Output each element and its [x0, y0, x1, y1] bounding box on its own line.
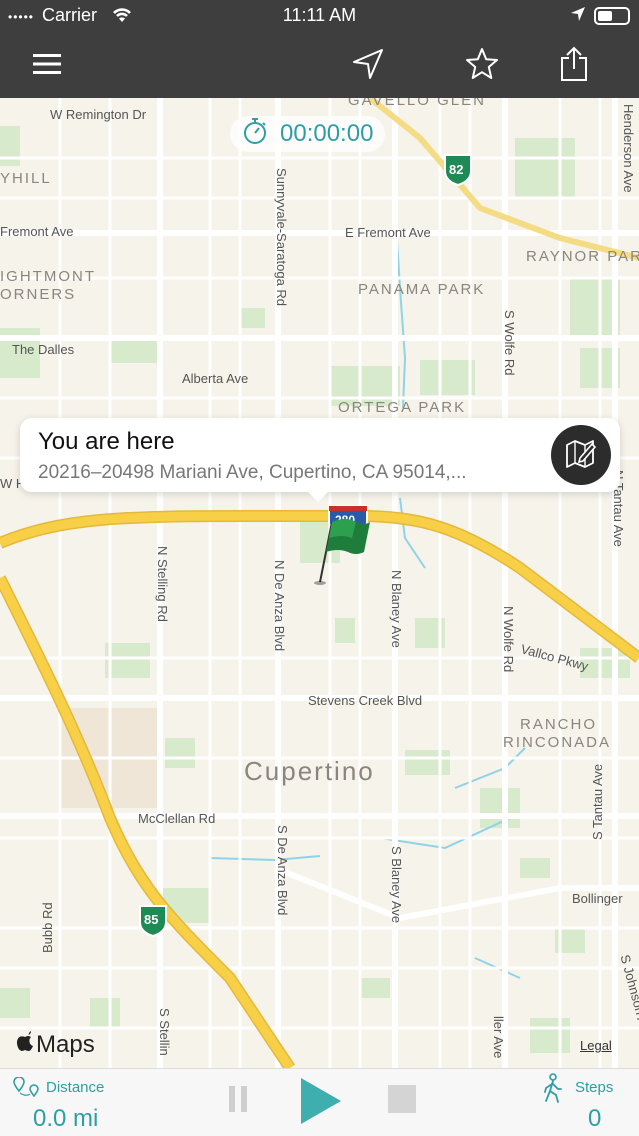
- location-arrow-icon: [351, 47, 385, 86]
- map-label: N Stelling Rd: [155, 546, 170, 622]
- map-label: N Blaney Ave: [389, 570, 404, 648]
- maps-attribution-text: Maps: [36, 1030, 95, 1058]
- map-label: S Stellin: [157, 1008, 172, 1056]
- map-label: W Remington Dr: [50, 107, 147, 122]
- location-callout[interactable]: You are here 20216–20498 Mariani Ave, Cu…: [20, 418, 620, 502]
- legal-link[interactable]: Legal: [580, 1038, 612, 1053]
- share-icon: [559, 46, 589, 87]
- favorite-button[interactable]: [460, 44, 504, 88]
- map-label: YHILL: [0, 170, 52, 187]
- locate-me-button[interactable]: [346, 44, 390, 88]
- map-city-label: Cupertino: [244, 756, 375, 786]
- map-label: Alberta Ave: [182, 371, 249, 386]
- app-root: ••••• Carrier 11:11 AM 82 85 W Remington…: [0, 0, 639, 1136]
- menu-button[interactable]: [26, 44, 70, 88]
- map-label: S Tantau Ave: [590, 763, 605, 840]
- map-label: S Blaney Ave: [389, 846, 404, 924]
- map-label: GAVELLO GLEN: [348, 98, 486, 109]
- map-label: PANAMA PARK: [358, 281, 486, 298]
- hwy-85-number: 85: [144, 912, 159, 927]
- map-label: RINCONADA: [503, 734, 612, 751]
- tracking-timer: 00:00:00: [230, 116, 386, 152]
- callout-address: 20216–20498 Mariani Ave, Cupertino, CA 9…: [38, 462, 467, 483]
- bottom-bar: Distance 0.0 mi Steps 0: [0, 1068, 639, 1136]
- map-label: Sunnyvale-Saratoga Rd: [274, 168, 289, 307]
- map-label: Bubb Rd: [40, 902, 55, 953]
- map-label: RANCHO: [520, 716, 598, 733]
- map-label: N De Anza Blvd: [272, 560, 287, 652]
- status-time: 11:11 AM: [282, 5, 357, 25]
- location-services-icon: [570, 6, 586, 27]
- nav-bar: [0, 32, 639, 98]
- hamburger-menu-icon: [33, 53, 63, 80]
- map-label: ORTEGA PARK: [338, 399, 467, 416]
- stop-button[interactable]: [384, 1083, 420, 1119]
- map-label: Fremont Ave: [0, 224, 74, 239]
- map-label: The Dalles: [12, 342, 75, 357]
- maps-attribution: Maps: [16, 1030, 95, 1059]
- timer-value: 00:00:00: [280, 120, 374, 147]
- status-bar: ••••• Carrier 11:11 AM: [0, 0, 639, 32]
- map-label: McClellan Rd: [138, 811, 216, 826]
- pause-button[interactable]: [222, 1081, 254, 1121]
- star-icon: [465, 47, 499, 86]
- distance-pins-icon: [12, 1076, 42, 1102]
- map-label: RAYNOR PAR: [526, 248, 639, 265]
- pause-icon: [227, 1084, 249, 1119]
- edit-map-button[interactable]: [551, 425, 611, 485]
- map-label: ller Ave: [491, 1016, 506, 1059]
- map-edit-icon: [564, 436, 598, 475]
- map-label: Stevens Creek Blvd: [308, 693, 423, 708]
- callout-title: You are here: [38, 428, 175, 455]
- distance-label: Distance: [46, 1079, 105, 1096]
- apple-logo-icon: [16, 1030, 34, 1059]
- map-label: ORNERS: [0, 286, 77, 303]
- battery-icon: [594, 7, 630, 25]
- walking-person-icon: [540, 1073, 564, 1108]
- play-icon: [297, 1076, 343, 1131]
- map-label: N Wolfe Rd: [501, 606, 516, 673]
- distance-value: 0.0 mi: [33, 1105, 99, 1132]
- play-button[interactable]: [292, 1075, 348, 1131]
- share-button[interactable]: [552, 44, 596, 88]
- map-label: S De Anza Blvd: [275, 825, 290, 916]
- steps-label: Steps: [575, 1079, 614, 1096]
- current-location-flag[interactable]: [312, 518, 372, 593]
- stopwatch-icon: [242, 117, 268, 152]
- map-label: E Fremont Ave: [345, 225, 431, 240]
- map-label: Bollinger: [572, 891, 623, 906]
- hwy-82-number: 82: [449, 162, 464, 177]
- map-label: S Wolfe Rd: [502, 310, 517, 376]
- map-label: IGHTMONT: [0, 268, 96, 285]
- stop-icon: [388, 1084, 416, 1118]
- steps-value: 0: [588, 1105, 602, 1132]
- map-label: Henderson Ave: [621, 104, 636, 193]
